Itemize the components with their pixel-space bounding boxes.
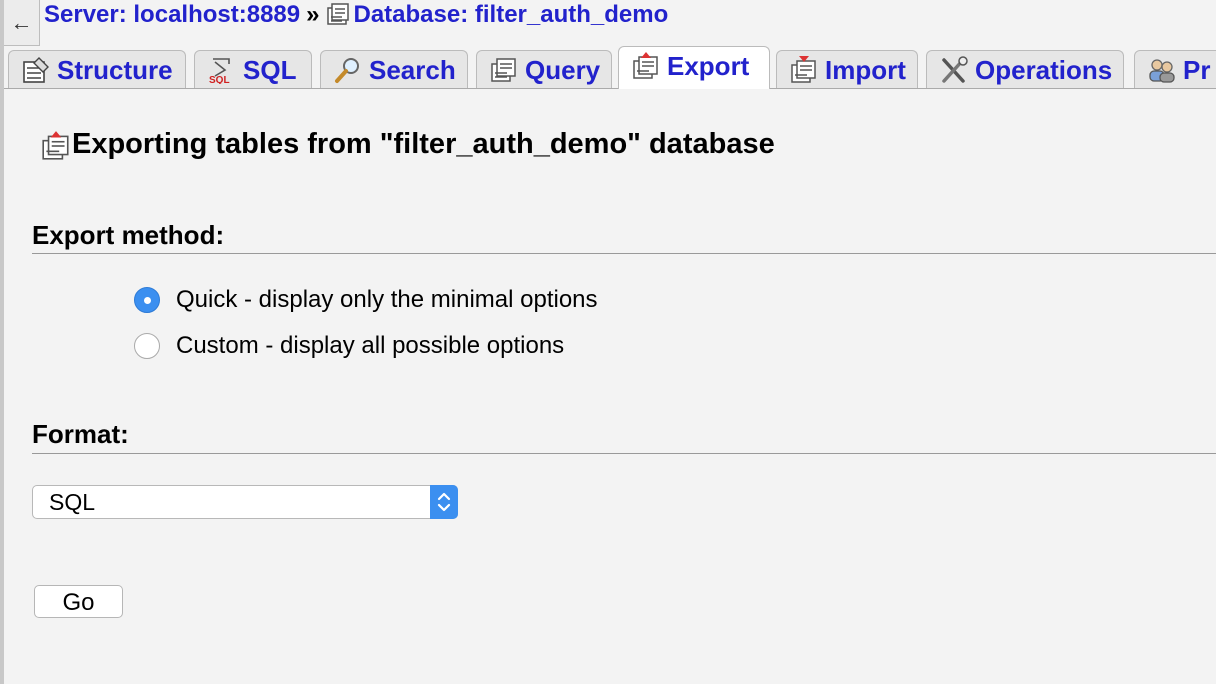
page-title-text: Exporting tables from "filter_auth_demo"… [72, 128, 775, 160]
structure-icon [23, 57, 49, 83]
tab-label: SQL [243, 55, 297, 85]
database-icon [327, 3, 350, 25]
select-arrows-icon [430, 485, 458, 519]
search-icon [335, 58, 359, 83]
breadcrumb-separator: » [306, 1, 320, 28]
left-arrow-icon: ← [10, 10, 33, 35]
tab-structure[interactable]: Structure [8, 50, 186, 88]
sql-icon: SQL [209, 58, 230, 84]
format-divider [32, 453, 1216, 454]
navigation-panel-edge [0, 0, 4, 684]
custom-radio-label: Custom - display all possible options [176, 332, 565, 359]
tab-search[interactable]: Search [320, 50, 468, 88]
tab-label: Import [825, 55, 906, 85]
tab-label: Operations [975, 55, 1113, 85]
privileges-icon [1149, 59, 1175, 83]
tab-label: Search [369, 55, 456, 85]
operations-icon [942, 56, 968, 83]
phpmyadmin-window: ← Server: localhost:8889» Database: filt… [0, 0, 1216, 684]
tab-sql[interactable]: SQL SQL [194, 50, 312, 88]
radio-option-quick[interactable]: Quick - display only the minimal options [134, 283, 598, 317]
tab-bar: Structure SQL SQL Search Query Export Im… [4, 46, 1216, 89]
export-icon [633, 52, 658, 79]
tab-export[interactable]: Export [618, 46, 770, 89]
export-method-heading: Export method: [32, 220, 225, 250]
page-title: Exporting tables from "filter_auth_demo"… [40, 122, 775, 166]
export-icon [42, 131, 69, 160]
radio-option-custom[interactable]: Custom - display all possible options [134, 329, 564, 363]
breadcrumb-database-link[interactable]: Database: filter_auth_demo [353, 1, 668, 28]
tab-label: Pr [1183, 55, 1211, 85]
import-icon [791, 56, 816, 83]
svg-text:SQL: SQL [209, 75, 230, 84]
go-button[interactable]: Go [34, 585, 123, 618]
format-heading: Format: [32, 419, 129, 449]
breadcrumb-server-link[interactable]: Server: localhost:8889 [44, 1, 300, 28]
quick-radio-button[interactable] [134, 287, 160, 313]
export-method-divider [32, 253, 1216, 254]
format-select[interactable]: SQL [32, 485, 458, 519]
tab-query[interactable]: Query [476, 50, 612, 88]
tab-label: Export [667, 51, 750, 81]
quick-radio-label: Quick - display only the minimal options [176, 286, 598, 313]
custom-radio-button[interactable] [134, 333, 160, 359]
query-icon [491, 58, 516, 82]
tab-operations[interactable]: Operations [926, 50, 1124, 88]
collapse-navigation-button[interactable]: ← [4, 0, 40, 46]
tab-privileges[interactable]: Pr [1134, 50, 1216, 88]
tab-import[interactable]: Import [776, 50, 918, 88]
tab-label: Structure [57, 55, 173, 85]
tab-label: Query [525, 55, 601, 85]
breadcrumb: Server: localhost:8889» Database: filter… [44, 0, 668, 30]
format-selected-value: SQL [49, 489, 96, 515]
